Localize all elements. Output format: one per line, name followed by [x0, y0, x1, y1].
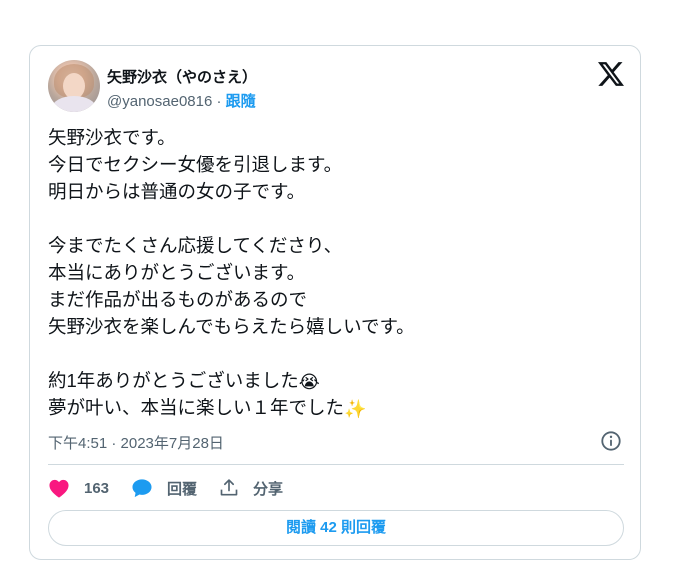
tweet-text: 矢野沙衣です。 今日でセクシー女優を引退します。 明日からは普通の女の子です。 …: [48, 124, 618, 421]
avatar-shoulders: [52, 96, 96, 112]
tweet-line: 今までたくさん応援してくださり、: [48, 235, 343, 256]
tweet-line-with-emoji: 夢が叶い、本当に楽しい１年でした✨: [48, 394, 618, 421]
author-display-name[interactable]: 矢野沙衣（やのさえ）: [107, 66, 257, 87]
tweet-line: 今日でセクシー女優を引退します。: [48, 154, 343, 175]
tweet-line: 矢野沙衣を楽しんでもらえたら嬉しいです。: [48, 316, 415, 337]
author-avatar[interactable]: [48, 60, 100, 112]
speech-bubble-icon: [132, 479, 152, 498]
read-replies-button[interactable]: 閱讀 42 則回覆: [48, 510, 624, 546]
reply-label: 回覆: [167, 480, 198, 498]
tweet-line-with-emoji: 約1年ありがとうございました😭: [48, 367, 618, 394]
reply-button[interactable]: 回覆: [131, 478, 197, 499]
tweet-line-text: 夢が叶い、本当に楽しい１年でした: [48, 397, 345, 418]
like-button[interactable]: 163: [48, 478, 109, 498]
tweet-line: 本当にありがとうございます。: [48, 262, 306, 283]
tweet-line: 明日からは普通の女の子です。: [48, 181, 306, 202]
action-bar: 163 回覆 分享: [48, 476, 305, 500]
divider: [48, 464, 624, 465]
author-handle[interactable]: @yanosae0816: [107, 93, 212, 110]
embedded-tweet-card: 矢野沙衣（やのさえ） @yanosae0816 · 跟隨 矢野沙衣です。 今日で…: [29, 45, 641, 560]
tweet-line: まだ作品が出るものがあるので: [48, 289, 308, 310]
info-icon[interactable]: [600, 430, 622, 452]
sparkles-emoji-icon: ✨: [344, 399, 367, 419]
like-count: 163: [84, 479, 110, 497]
share-label: 分享: [253, 480, 284, 498]
share-button[interactable]: 分享: [219, 478, 283, 499]
follow-link[interactable]: 跟隨: [226, 93, 256, 110]
tweet-timestamp[interactable]: 下午4:51 · 2023年7月28日: [48, 432, 224, 453]
tweet-line-text: 約1年ありがとうございました: [48, 370, 299, 391]
share-upload-icon: [220, 479, 238, 496]
heart-icon: [49, 479, 69, 498]
tweet-line: 矢野沙衣です。: [48, 127, 176, 148]
author-handle-row: @yanosae0816 · 跟隨: [107, 90, 256, 111]
crying-face-emoji-icon: 😭: [298, 372, 320, 392]
handle-separator: ·: [216, 93, 222, 110]
x-logo-icon[interactable]: [598, 62, 624, 86]
